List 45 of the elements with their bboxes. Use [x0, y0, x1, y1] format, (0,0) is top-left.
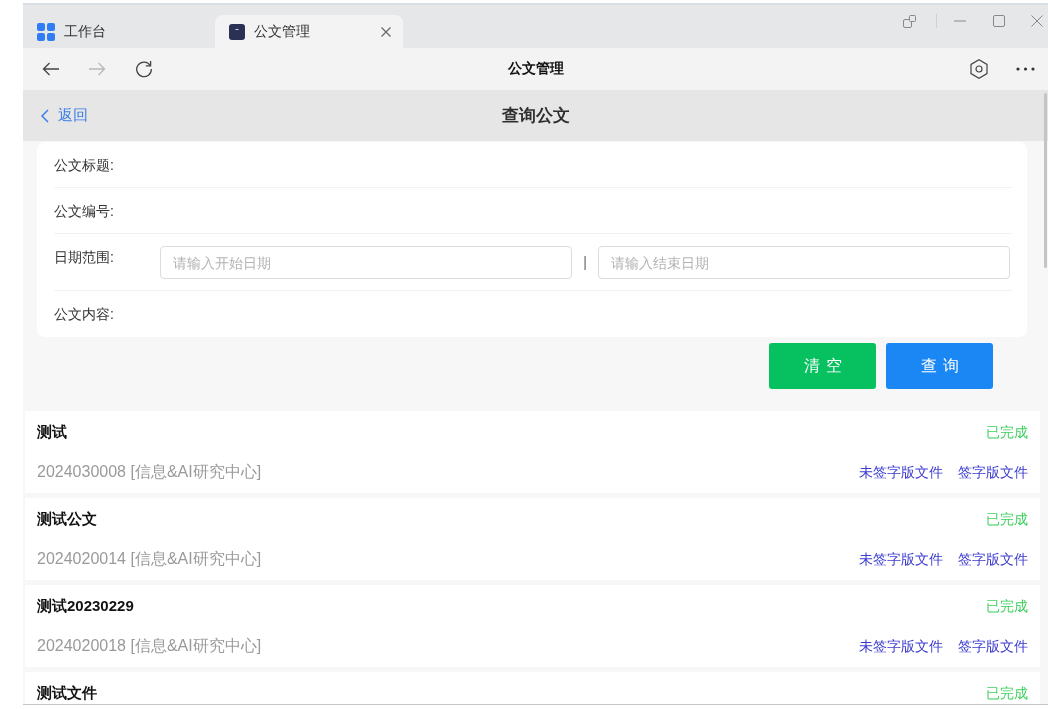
- document-card[interactable]: 测试 已完成 2024030008 [信息&AI研究中心] 未签字版文件 签字版文件: [25, 411, 1040, 493]
- grid-icon: [37, 22, 55, 41]
- status-label: 已完成: [986, 684, 1028, 703]
- status-label: 已完成: [986, 510, 1028, 529]
- file-link[interactable]: 未签字版文件: [859, 461, 943, 483]
- screen-title: 查询公文: [501, 105, 570, 127]
- restore-icon[interactable]: [903, 14, 916, 28]
- hexagon-icon[interactable]: [970, 59, 988, 79]
- back-arrow-icon[interactable]: [42, 62, 60, 76]
- document-card[interactable]: 测试公文 已完成 2024020014 [信息&AI研究中心] 未签字版文件 签字版文件: [25, 498, 1040, 580]
- file-link[interactable]: 签字版文件: [958, 461, 1028, 483]
- page-title: 公文管理: [507, 60, 564, 78]
- field-label: 日期范围:: [54, 248, 115, 267]
- file-link[interactable]: 未签字版文件: [859, 548, 943, 570]
- document-card[interactable]: 测试20230229 已完成 2024020018 [信息&AI研究中心] 未签字版文件 签字版文件: [25, 585, 1040, 667]
- range-separator: |: [582, 253, 588, 272]
- status-label: 已完成: [986, 597, 1028, 616]
- document-title: 测试公文: [37, 509, 97, 529]
- field-label: 公文编号:: [54, 202, 115, 221]
- refresh-icon[interactable]: [135, 60, 153, 78]
- field-label: 公文内容:: [54, 305, 115, 324]
- file-link[interactable]: 签字版文件: [958, 635, 1028, 657]
- document-number: 2024030008 [信息&AI研究中心]: [37, 462, 262, 482]
- browser-tab[interactable]: 公文管理: [215, 15, 403, 48]
- file-link[interactable]: 签字版文件: [958, 548, 1028, 570]
- app-icon: [229, 23, 245, 40]
- search-button[interactable]: 查询: [886, 343, 993, 389]
- close-icon[interactable]: [1031, 15, 1043, 27]
- scrollbar-thumb[interactable]: [1044, 93, 1047, 268]
- document-card[interactable]: 测试文件 已完成: [25, 672, 1040, 704]
- more-icon[interactable]: [1016, 67, 1035, 71]
- chevron-left-icon: [41, 108, 49, 123]
- start-date-field[interactable]: 请输入开始日期: [160, 246, 573, 279]
- end-date-field[interactable]: 请输入结束日期: [597, 246, 1010, 279]
- status-label: 已完成: [986, 423, 1028, 442]
- field-label: 公文标题:: [54, 156, 115, 175]
- document-title: 测试文件: [37, 683, 97, 703]
- document-title: 测试: [37, 422, 67, 442]
- maximize-icon[interactable]: [993, 15, 1005, 27]
- document-number: 2024020018 [信息&AI研究中心]: [37, 636, 262, 656]
- document-number: 2024020014 [信息&AI研究中心]: [37, 549, 262, 569]
- close-icon[interactable]: [381, 26, 391, 37]
- file-link[interactable]: 未签字版文件: [859, 635, 943, 657]
- document-title: 测试20230229: [37, 596, 134, 616]
- browser-tab[interactable]: 工作台: [23, 15, 211, 48]
